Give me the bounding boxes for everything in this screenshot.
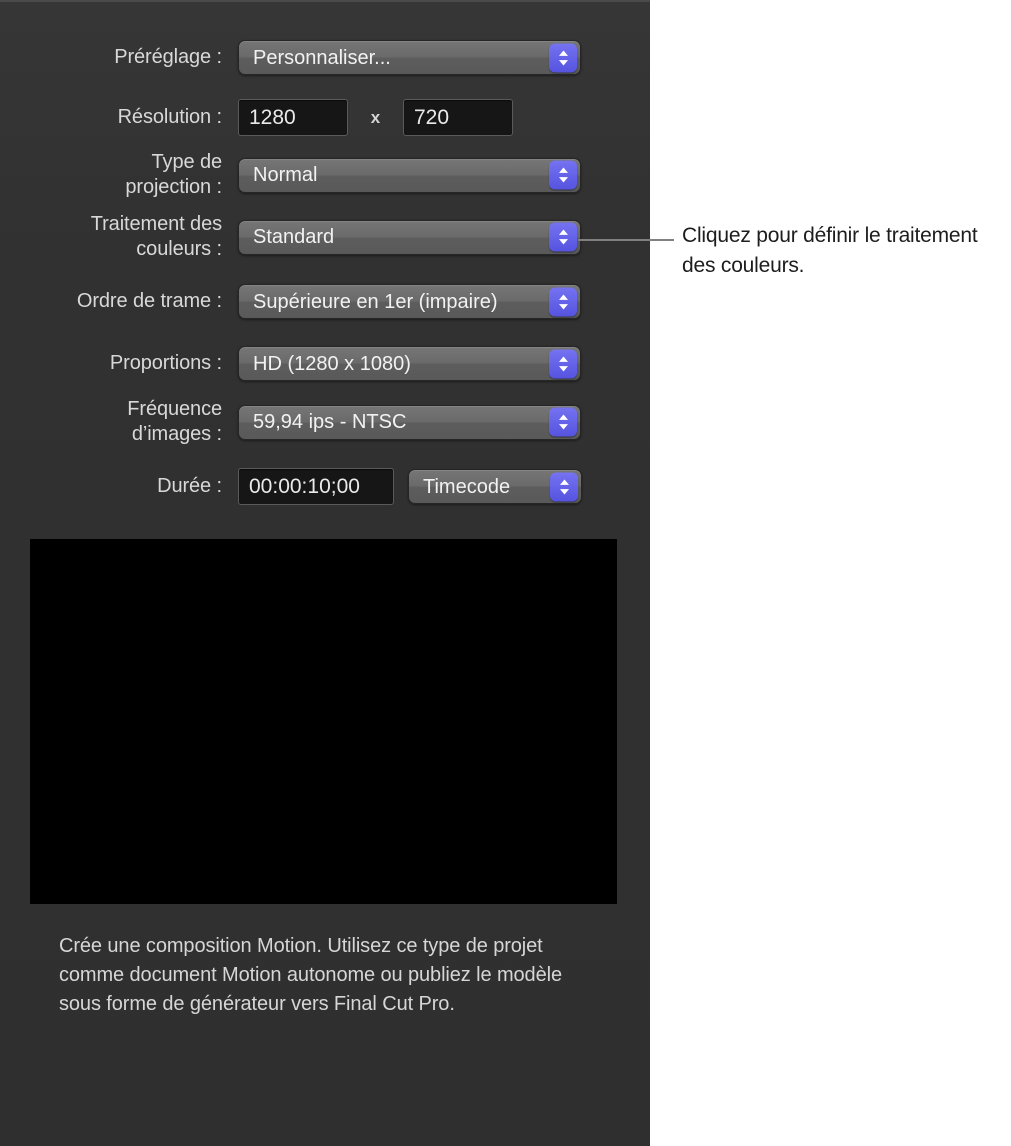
label-field-order: Ordre de trame :	[76, 290, 222, 312]
label-duration: Durée :	[157, 475, 222, 497]
controls-duration: 00:00:10;00 Timecode	[238, 468, 582, 505]
chevron-up-down-icon[interactable]	[549, 287, 577, 316]
aspect-ratio-value: HD (1280 x 1080)	[253, 352, 411, 375]
project-description-text: Crée une composition Motion. Utilisez ce…	[59, 935, 562, 1015]
label-aspect-ratio: Proportions :	[109, 352, 222, 374]
frame-rate-value: 59,94 ips - NTSC	[253, 411, 407, 433]
color-processing-popup[interactable]: Standard	[238, 219, 581, 255]
controls-resolution: 1280 x 720	[238, 99, 513, 136]
label-resolution: Résolution :	[117, 106, 223, 128]
label-preset: Préréglage :	[114, 46, 222, 68]
chevron-up-down-icon[interactable]	[549, 222, 577, 252]
resolution-width-input[interactable]: 1280	[238, 99, 348, 136]
callout-leader-line	[578, 239, 674, 241]
resolution-width-value: 1280	[249, 105, 296, 129]
duration-value: 00:00:10;00	[249, 474, 360, 498]
form-row-duration: Durée : 00:00:10;00 Timecode	[0, 468, 650, 505]
label-color-processing: Traitement des couleurs :	[90, 213, 222, 260]
field-order-value: Supérieure en 1er (impaire)	[253, 290, 498, 313]
projection-type-popup[interactable]: Normal	[238, 157, 581, 193]
controls-frame-rate: 59,94 ips - NTSC	[238, 404, 581, 440]
duration-unit-value: Timecode	[423, 475, 511, 498]
aspect-ratio-popup[interactable]: HD (1280 x 1080)	[238, 346, 581, 381]
project-settings-panel: Préréglage : Personnaliser... Résolution :…	[0, 0, 650, 1146]
frame-rate-popup[interactable]: 59,94 ips - NTSC	[238, 404, 581, 440]
duration-input[interactable]: 00:00:10;00	[238, 468, 394, 505]
controls-aspect-ratio: HD (1280 x 1080)	[238, 346, 581, 381]
resolution-separator: x	[370, 107, 381, 127]
chevron-up-down-icon[interactable]	[549, 407, 577, 437]
form-row-aspect-ratio: Proportions : HD (1280 x 1080)	[0, 346, 650, 381]
form-row-projection-type: Type de projection : Normal	[0, 150, 650, 200]
callout-annotation-text: Cliquez pour définir le traitement des c…	[682, 224, 978, 277]
project-preview-thumbnail	[30, 539, 617, 904]
controls-projection-type: Normal	[238, 157, 581, 193]
label-projection-type: Type de projection :	[125, 151, 222, 198]
label-frame-rate: Fréquence d’images :	[127, 398, 222, 445]
chevron-up-down-icon[interactable]	[549, 349, 577, 378]
chevron-up-down-icon[interactable]	[549, 43, 577, 72]
form-row-color-processing: Traitement des couleurs : Standard	[0, 212, 650, 262]
form-row-frame-rate: Fréquence d’images : 59,94 ips - NTSC	[0, 397, 650, 447]
projection-type-value: Normal	[253, 164, 318, 186]
form-row-preset: Préréglage : Personnaliser...	[0, 40, 650, 75]
resolution-height-value: 720	[414, 105, 450, 129]
duration-unit-popup[interactable]: Timecode	[408, 469, 582, 504]
controls-preset: Personnaliser...	[238, 40, 581, 75]
preset-popup[interactable]: Personnaliser...	[238, 40, 581, 75]
controls-color-processing: Standard	[238, 219, 581, 255]
form-row-resolution: Résolution : 1280 x 720	[0, 99, 650, 136]
screenshot-root: Préréglage : Personnaliser... Résolution :…	[0, 0, 1011, 1146]
form-row-field-order: Ordre de trame : Supérieure en 1er (impai…	[0, 284, 650, 319]
resolution-height-input[interactable]: 720	[403, 99, 513, 136]
color-processing-value: Standard	[253, 226, 335, 248]
field-order-popup[interactable]: Supérieure en 1er (impaire)	[238, 284, 581, 319]
preset-value: Personnaliser...	[253, 46, 391, 69]
chevron-up-down-icon[interactable]	[550, 472, 578, 501]
chevron-up-down-icon[interactable]	[549, 160, 577, 190]
controls-field-order: Supérieure en 1er (impaire)	[238, 284, 581, 319]
